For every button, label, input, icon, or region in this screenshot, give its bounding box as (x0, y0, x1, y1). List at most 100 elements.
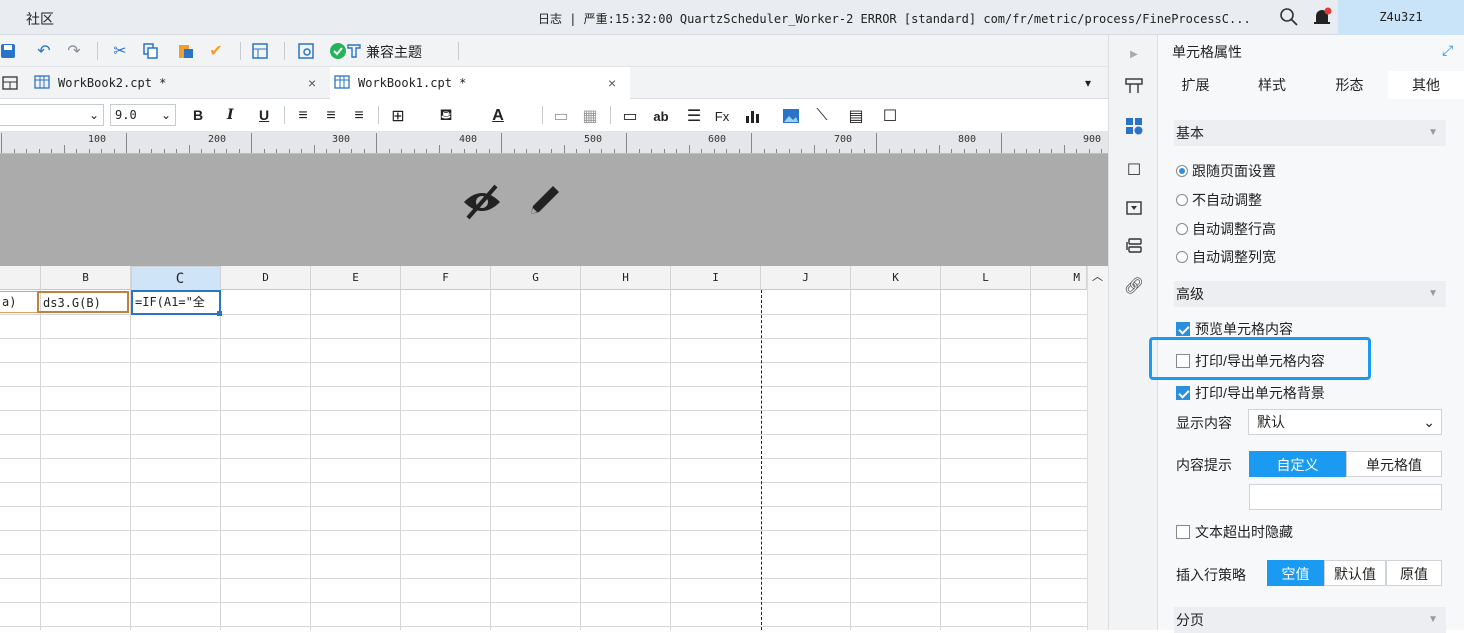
radio-auto-row[interactable]: 自动调整行高 (1176, 219, 1276, 239)
user-badge[interactable]: Z4u3z1 (1338, 0, 1464, 35)
cell-b1[interactable]: ds3.G(B) (37, 291, 129, 313)
radio-auto-col[interactable]: 自动调整列宽 (1176, 247, 1276, 267)
float-element-icon[interactable]: ☐ (1123, 159, 1145, 181)
tab-workbook2[interactable]: WorkBook2.cpt * × (30, 67, 330, 99)
cell-c1-selected[interactable]: =IF(A1="全 (131, 290, 221, 315)
column-header[interactable]: E (311, 266, 401, 290)
chevron-up-icon[interactable]: ︿ (1092, 268, 1103, 284)
radio-no-auto[interactable]: 不自动调整 (1176, 190, 1262, 210)
paste-icon[interactable] (176, 41, 196, 61)
italic-button[interactable]: I (227, 105, 234, 125)
insert-null-button[interactable]: 空值 (1267, 560, 1324, 586)
tip-custom-button[interactable]: 自定义 (1249, 451, 1346, 477)
section-paging[interactable]: 分页 ▼ (1174, 607, 1446, 633)
merge-icon[interactable]: ▭ (551, 106, 571, 126)
font-size-select[interactable]: 9.0 ⌄ (110, 104, 176, 126)
tip-input[interactable] (1249, 484, 1442, 510)
tip-cell-value-button[interactable]: 单元格值 (1346, 451, 1442, 477)
align-center-icon[interactable]: ≡ (321, 106, 341, 126)
display-select[interactable]: 默认 ⌄ (1248, 409, 1442, 435)
bell-icon[interactable] (1311, 7, 1333, 27)
sub-report-icon[interactable]: ▤ (846, 106, 866, 126)
text-field-icon[interactable]: ▭ (620, 106, 640, 126)
ruler-tick (1, 133, 2, 153)
tab-menu-icon[interactable]: ▾ (1078, 73, 1098, 93)
pin-icon[interactable]: ⤢ (1442, 42, 1453, 59)
fill-handle[interactable] (217, 311, 222, 316)
tab-style[interactable]: 样式 (1233, 71, 1311, 99)
column-header[interactable]: K (851, 266, 941, 290)
column-header[interactable]: M (1031, 266, 1087, 290)
copy-icon[interactable] (140, 41, 160, 61)
column-header[interactable]: G (491, 266, 581, 290)
text-wrap-icon[interactable]: ab (651, 106, 671, 126)
column-header[interactable]: H (581, 266, 671, 290)
checkbox-preview[interactable]: 预览单元格内容 (1176, 319, 1293, 339)
list-icon[interactable]: ☰ (684, 106, 704, 126)
preview-icon[interactable] (296, 41, 316, 61)
align-left-icon[interactable]: ≡ (293, 106, 313, 126)
font-color-icon[interactable]: A (488, 106, 508, 126)
compat-theme-button[interactable]: 兼容主题 (366, 42, 422, 62)
collapse-icon[interactable]: ▶ (1123, 43, 1145, 65)
cell-a1[interactable]: a) (0, 291, 38, 313)
pencil-icon[interactable] (525, 180, 565, 223)
format-brush-icon[interactable]: ✔ (206, 41, 226, 61)
insert-default-button[interactable]: 默认值 (1324, 560, 1386, 586)
community-link[interactable]: 社区 (26, 9, 54, 29)
ruler-tick (863, 149, 865, 153)
search-icon[interactable] (1279, 7, 1299, 27)
vertical-scrollbar[interactable]: ︿ (1087, 266, 1108, 630)
ruler-tick (488, 149, 490, 153)
column-header[interactable]: D (221, 266, 311, 290)
cell-attributes-icon[interactable] (1123, 115, 1145, 137)
save-icon[interactable] (0, 41, 18, 61)
hyperlink-icon[interactable]: 🔗︎ (1123, 275, 1145, 297)
bar-chart-icon[interactable] (743, 106, 763, 126)
tab-other[interactable]: 其他 (1388, 71, 1464, 99)
log-message[interactable]: 日志 | 严重:15:32:00 QuartzScheduler_Worker-… (538, 10, 1251, 27)
layout-icon[interactable] (0, 73, 20, 93)
underline-button[interactable]: U (259, 105, 269, 125)
frame-icon[interactable]: ☐ (880, 106, 900, 126)
checkbox-print-bg[interactable]: 打印/导出单元格背景 (1176, 383, 1325, 403)
column-header[interactable]: B (41, 266, 131, 290)
fill-color-icon[interactable]: ⛾ (436, 106, 456, 126)
ruler-tick (313, 145, 315, 153)
tab-workbook1[interactable]: WorkBook1.cpt * × (330, 67, 630, 99)
radio-follow-page[interactable]: 跟随页面设置 (1176, 161, 1276, 181)
unmerge-icon[interactable]: ▦ (580, 106, 600, 126)
cut-icon[interactable]: ✂ (110, 41, 130, 61)
slash-icon[interactable]: ⟍ (812, 106, 832, 126)
redo-icon[interactable]: ↷ (64, 41, 84, 61)
column-header[interactable]: J (761, 266, 851, 290)
eye-slash-icon[interactable] (460, 182, 504, 225)
condition-icon[interactable] (1123, 235, 1145, 257)
column-header[interactable]: C (131, 266, 221, 292)
tab-expand[interactable]: 扩展 (1158, 71, 1233, 99)
section-advanced[interactable]: 高级 ▼ (1174, 281, 1446, 307)
tab-form[interactable]: 形态 (1311, 71, 1388, 99)
widget-icon[interactable] (1123, 197, 1145, 219)
bold-button[interactable]: B (193, 105, 203, 125)
align-right-icon[interactable]: ≡ (349, 106, 369, 126)
border-icon[interactable]: ⊞ (388, 106, 408, 126)
column-header-a[interactable] (0, 266, 41, 290)
checkbox-hide-overflow[interactable]: 文本超出时隐藏 (1176, 522, 1293, 542)
section-basic[interactable]: 基本 ▼ (1174, 120, 1446, 146)
column-header[interactable]: F (401, 266, 491, 290)
close-icon[interactable]: × (608, 75, 616, 91)
column-header[interactable]: L (941, 266, 1031, 290)
theme-icon[interactable] (344, 41, 364, 61)
ruler-tick (51, 149, 52, 153)
font-family-select[interactable]: ⌄ (0, 104, 104, 126)
column-header[interactable]: I (671, 266, 761, 290)
image-icon[interactable] (781, 106, 801, 126)
formula-icon[interactable]: Fx (712, 106, 732, 126)
close-icon[interactable]: × (308, 75, 316, 91)
cell-layout-icon[interactable] (1123, 75, 1145, 97)
undo-icon[interactable]: ↶ (34, 41, 54, 61)
spreadsheet-grid[interactable]: a) ds3.G(B) =IF(A1="全 (0, 290, 1087, 630)
template-icon[interactable] (250, 41, 270, 61)
insert-original-button[interactable]: 原值 (1386, 560, 1442, 586)
